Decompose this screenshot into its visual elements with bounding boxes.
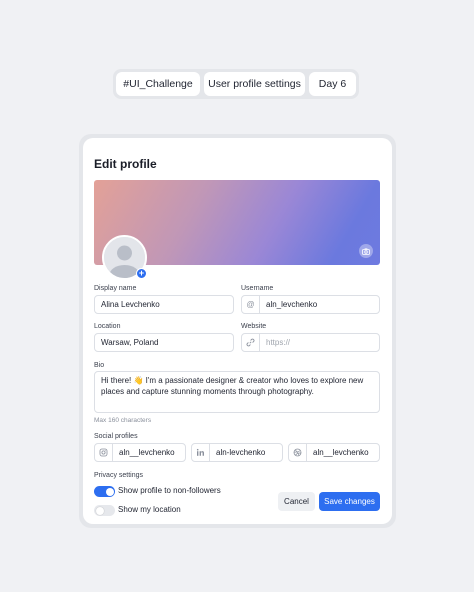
username-field[interactable]: @ aln_levchenko bbox=[241, 295, 380, 314]
camera-icon[interactable] bbox=[359, 244, 373, 258]
social-profiles-label: Social profiles bbox=[94, 433, 138, 440]
display-name-field[interactable]: Alina Levchenko bbox=[94, 295, 234, 314]
tag-bar: #UI_Challenge User profile settings Day … bbox=[113, 69, 359, 99]
location-value: Warsaw, Poland bbox=[101, 338, 159, 347]
link-icon bbox=[242, 334, 260, 351]
linkedin-field[interactable]: aln-levchenko bbox=[191, 443, 283, 462]
show-location-label: Show my location bbox=[118, 505, 181, 514]
bio-hint: Max 160 characters bbox=[94, 417, 152, 424]
display-name-label: Display name bbox=[94, 285, 137, 292]
linkedin-icon bbox=[192, 444, 210, 461]
tag-ui-challenge: #UI_Challenge bbox=[116, 72, 200, 96]
bio-label: Bio bbox=[94, 362, 105, 369]
tag-user-profile-settings: User profile settings bbox=[204, 72, 305, 96]
edit-profile-card: Edit profile + Display name Alina Levche… bbox=[83, 138, 392, 524]
linkedin-value: aln-levchenko bbox=[216, 448, 266, 457]
username-value: aln_levchenko bbox=[266, 300, 318, 309]
save-changes-button[interactable]: Save changes bbox=[319, 492, 380, 511]
show-profile-label: Show profile to non-followers bbox=[118, 486, 221, 495]
at-icon: @ bbox=[242, 296, 260, 313]
cancel-button[interactable]: Cancel bbox=[278, 492, 315, 511]
card-title: Edit profile bbox=[94, 157, 157, 171]
location-label: Location bbox=[94, 323, 121, 330]
display-name-value: Alina Levchenko bbox=[101, 300, 160, 309]
dribbble-icon bbox=[289, 444, 307, 461]
instagram-value: aln__levchenko bbox=[119, 448, 175, 457]
instagram-icon bbox=[95, 444, 113, 461]
show-profile-toggle[interactable] bbox=[94, 486, 115, 497]
website-placeholder: https:// bbox=[266, 338, 291, 347]
website-label: Website bbox=[241, 323, 267, 330]
username-label: Username bbox=[241, 285, 274, 292]
tag-day: Day 6 bbox=[309, 72, 356, 96]
bio-textarea[interactable]: Hi there! 👋 I'm a passionate designer & … bbox=[94, 371, 380, 413]
instagram-field[interactable]: aln__levchenko bbox=[94, 443, 186, 462]
card-frame: Edit profile + Display name Alina Levche… bbox=[79, 134, 396, 528]
dribbble-field[interactable]: aln__levchenko bbox=[288, 443, 380, 462]
privacy-settings-label: Privacy settings bbox=[94, 472, 144, 479]
show-location-toggle[interactable] bbox=[94, 505, 115, 516]
dribbble-value: aln__levchenko bbox=[313, 448, 369, 457]
website-field[interactable]: https:// bbox=[241, 333, 380, 352]
location-field[interactable]: Warsaw, Poland bbox=[94, 333, 234, 352]
add-photo-icon[interactable]: + bbox=[136, 268, 147, 279]
